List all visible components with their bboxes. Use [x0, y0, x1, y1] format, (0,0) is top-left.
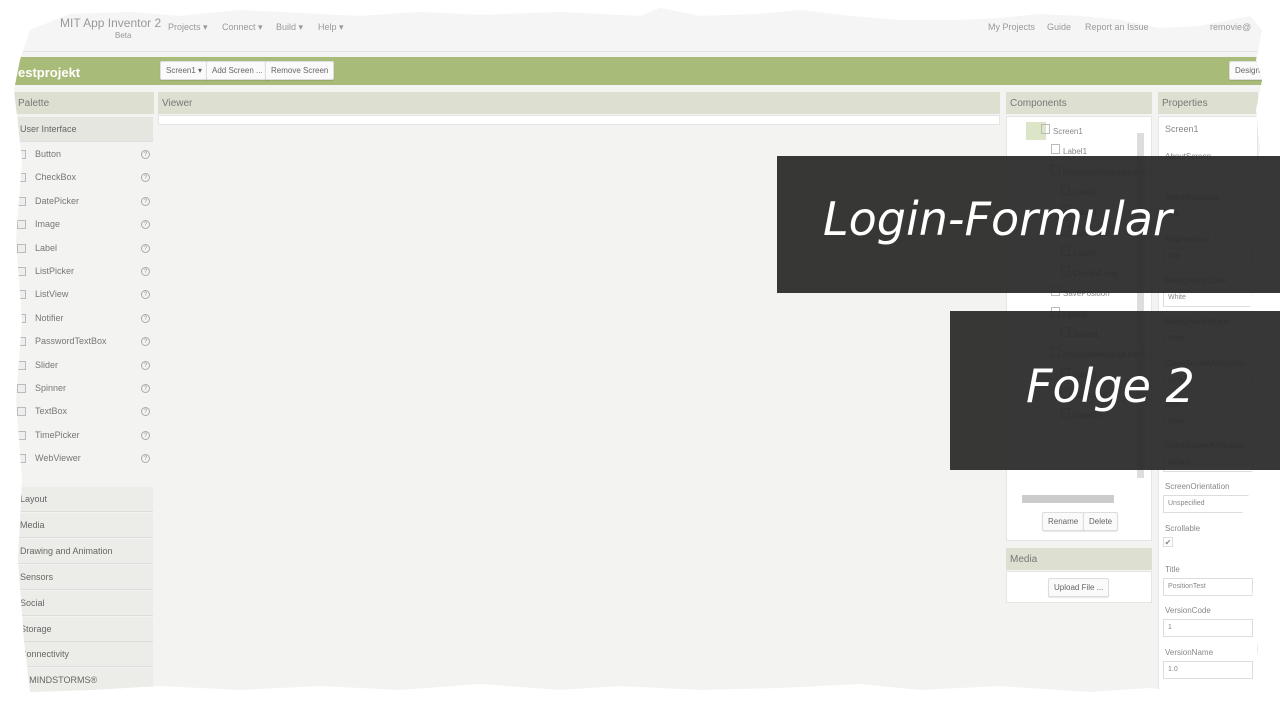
property-value[interactable]: 1: [1163, 619, 1253, 638]
help-icon[interactable]: ?: [141, 220, 150, 230]
component-icon: [17, 220, 26, 230]
palette-item-textbox[interactable]: TextBox: [35, 406, 67, 416]
menu-help[interactable]: Help ▾: [318, 22, 344, 33]
designer-button[interactable]: Designer: [1229, 61, 1262, 80]
palette-item-webviewer[interactable]: WebViewer: [35, 453, 81, 463]
help-icon[interactable]: ?: [141, 196, 150, 206]
link-report-issue[interactable]: Report an Issue: [1085, 22, 1149, 32]
help-icon[interactable]: ?: [141, 337, 150, 347]
palette-category[interactable]: Layout: [18, 487, 153, 512]
component-icon: [17, 150, 26, 159]
palette-group-user-interface[interactable]: User Interface: [18, 117, 153, 142]
component-icon: [17, 360, 26, 370]
palette-item-datepicker[interactable]: DatePicker: [35, 196, 79, 206]
properties-header: Properties: [1158, 92, 1258, 114]
palette-item-image[interactable]: Image: [35, 219, 60, 229]
link-my-projects[interactable]: My Projects: [988, 22, 1035, 32]
palette-item-slider[interactable]: Slider: [35, 360, 58, 370]
menu-connect[interactable]: Connect ▾: [222, 22, 263, 33]
palette-item-listpicker[interactable]: ListPicker: [35, 266, 74, 276]
property-value[interactable]: PositionTest: [1163, 578, 1253, 596]
palette-item-label[interactable]: Label: [35, 243, 57, 253]
upload-file-button[interactable]: Upload File ...: [1048, 578, 1110, 597]
menu-projects[interactable]: Projects ▾: [168, 22, 208, 33]
tree-item[interactable]: Label1: [1063, 147, 1087, 156]
palette-item-checkbox[interactable]: CheckBox: [35, 172, 76, 182]
link-guide[interactable]: Guide: [1047, 22, 1071, 32]
palette-category[interactable]: Social: [18, 590, 153, 616]
palette-item-spinner[interactable]: Spinner: [35, 383, 66, 393]
component-icon: [17, 290, 26, 300]
component-icon: [1051, 144, 1060, 155]
component-icon: [17, 313, 26, 323]
component-icon: [17, 407, 26, 417]
user-account[interactable]: removie@: [1210, 22, 1251, 32]
palette-item-timepicker[interactable]: TimePicker: [35, 430, 80, 440]
component-icon: [1041, 124, 1050, 134]
component-icon: [17, 196, 26, 206]
help-icon[interactable]: ?: [141, 173, 150, 183]
component-icon: [17, 430, 26, 440]
add-screen-button[interactable]: Add Screen ...: [206, 61, 269, 80]
palette-item-passwordtextbox[interactable]: PasswordTextBox: [35, 336, 107, 346]
project-name: estprojekt: [18, 65, 81, 80]
help-icon[interactable]: ?: [141, 454, 150, 464]
overlay-episode: Folge 2: [1026, 359, 1195, 413]
palette-category[interactable]: Storage: [18, 616, 153, 642]
scrollable-checkbox[interactable]: ✔: [1163, 536, 1173, 547]
help-icon[interactable]: ?: [141, 313, 150, 323]
properties-component-name: Screen1: [1165, 124, 1199, 134]
help-icon[interactable]: ?: [141, 267, 150, 276]
title-overlay: Login-Formular: [777, 156, 1280, 293]
help-icon[interactable]: ?: [141, 360, 150, 370]
component-icon: [17, 267, 26, 276]
component-icon: [17, 243, 26, 253]
media-header: Media: [1006, 548, 1152, 570]
palette-item-notifier[interactable]: Notifier: [35, 313, 64, 323]
delete-button[interactable]: Delete: [1083, 512, 1119, 531]
property-label: VersionCode: [1165, 606, 1211, 616]
property-label: VersionName: [1165, 647, 1214, 657]
viewer-canvas[interactable]: [158, 115, 1000, 125]
property-value[interactable]: Unspecified: [1163, 495, 1253, 514]
palette-item-listview[interactable]: ListView: [35, 289, 68, 299]
viewer-header: Viewer: [158, 92, 1000, 114]
palette-category[interactable]: Sensors: [18, 564, 153, 590]
help-icon[interactable]: ?: [141, 384, 150, 393]
property-label: Title: [1165, 565, 1180, 574]
logo: MIT App Inventor 2: [60, 16, 162, 30]
tree-item[interactable]: Screen1: [1053, 127, 1083, 136]
rename-button[interactable]: Rename: [1042, 512, 1085, 531]
property-label: ScreenOrientation: [1165, 482, 1230, 492]
component-icon: [17, 384, 26, 393]
overlay-title: Login-Formular: [823, 192, 1172, 246]
help-icon[interactable]: ?: [141, 243, 150, 253]
palette-item-button[interactable]: Button: [35, 149, 61, 159]
help-icon[interactable]: ?: [141, 430, 150, 440]
property-value[interactable]: 1.0: [1163, 660, 1253, 679]
help-icon[interactable]: ?: [141, 290, 150, 300]
palette-category[interactable]: Connectivity: [18, 642, 153, 668]
menu-build[interactable]: Build ▾: [276, 22, 303, 33]
beta-label: Beta: [115, 31, 132, 40]
component-icon: [17, 337, 26, 347]
help-icon[interactable]: ?: [141, 407, 150, 417]
help-icon[interactable]: ?: [141, 150, 150, 159]
palette-category[interactable]: Drawing and Animation: [18, 538, 153, 564]
components-header: Components: [1006, 92, 1152, 114]
property-label: Scrollable: [1165, 523, 1201, 533]
episode-overlay: Folge 2: [950, 311, 1280, 470]
palette-header: Palette: [14, 92, 154, 114]
component-icon: [17, 173, 26, 183]
palette-category[interactable]: ® MINDSTORMS®: [18, 668, 153, 694]
screen-select[interactable]: Screen1 ▾: [160, 61, 209, 80]
remove-screen-button[interactable]: Remove Screen: [265, 61, 335, 80]
tree-horizontal-scrollbar[interactable]: [1022, 495, 1114, 503]
palette-category[interactable]: Media: [18, 512, 153, 538]
component-icon: [17, 454, 26, 464]
